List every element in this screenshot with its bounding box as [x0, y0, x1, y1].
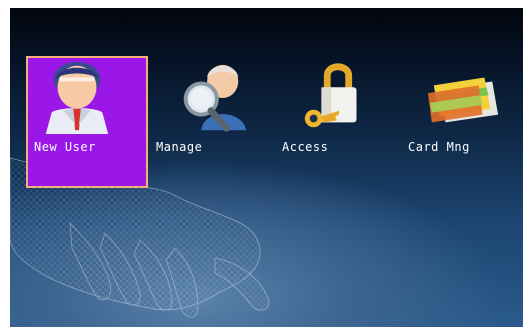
access-lock-icon — [304, 63, 357, 128]
card-icon — [427, 77, 499, 123]
menu-item-card-mng[interactable]: Card Mng — [402, 56, 523, 188]
menu-item-access[interactable]: Access — [276, 56, 398, 188]
menu-item-manage[interactable]: Manage — [150, 56, 272, 188]
device-frame: New User Manage Access Card Mng — [0, 0, 529, 333]
menu-item-label: Access — [282, 140, 329, 154]
menu-item-label: New User — [34, 140, 96, 154]
new-user-icon — [45, 61, 109, 134]
manage-users-icon — [183, 64, 247, 132]
menu-item-label: Card Mng — [408, 140, 470, 154]
device-screen: New User Manage Access Card Mng — [10, 8, 523, 327]
menu-item-label: Manage — [156, 140, 203, 154]
menu-item-new-user[interactable]: New User — [26, 56, 148, 188]
